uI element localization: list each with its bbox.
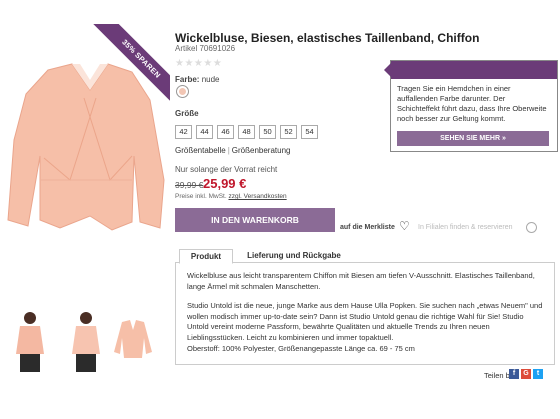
- size-option[interactable]: 54: [301, 125, 318, 139]
- size-selector: 42 44 46 48 50 52 54: [175, 125, 320, 139]
- size-links: Größentabelle | Größenberatung: [175, 146, 290, 155]
- description-paragraph: Oberstoff: 100% Polyester, Größenangepas…: [187, 344, 415, 353]
- store-finder-link[interactable]: In Filialen finden & reservieren: [418, 224, 513, 231]
- description-paragraph: Wickelbluse aus leicht transparentem Chi…: [187, 271, 535, 291]
- rating-stars[interactable]: ★★★★★: [175, 58, 222, 69]
- size-option[interactable]: 42: [175, 125, 192, 139]
- size-label: Größe: [175, 109, 199, 118]
- discount-badge: 35% SPAREN: [88, 24, 170, 106]
- size-advice-link[interactable]: Größenberatung: [232, 146, 291, 155]
- size-option[interactable]: 48: [238, 125, 255, 139]
- thumbnail-flat[interactable]: [108, 308, 158, 374]
- price-note-text: Preise inkl. MwSt.: [175, 193, 229, 200]
- size-option[interactable]: 46: [217, 125, 234, 139]
- store-finder-radio[interactable]: [526, 222, 537, 233]
- shipping-cost-link[interactable]: zzgl. Versandkosten: [228, 193, 286, 200]
- new-price: 25,99 €: [203, 176, 247, 191]
- product-tabs: Produkt Lieferung und Rückgabe: [175, 249, 555, 264]
- tip-arrow-icon: [384, 63, 391, 77]
- tip-text: Tragen Sie ein Hemdchen in einer auffall…: [397, 84, 547, 123]
- description-paragraph: Studio Untold ist die neue, junge Marke …: [187, 301, 543, 342]
- color-label: Farbe:: [175, 75, 200, 84]
- size-option[interactable]: 50: [259, 125, 276, 139]
- tab-delivery-returns[interactable]: Lieferung und Rückgabe: [241, 249, 347, 264]
- size-option[interactable]: 44: [196, 125, 213, 139]
- thumbnail-strip: [10, 308, 170, 374]
- description-text: Wickelbluse aus leicht transparentem Chi…: [187, 271, 547, 364]
- description-panel: Wickelbluse aus leicht transparentem Chi…: [175, 263, 555, 365]
- thumbnail-model-back[interactable]: [66, 308, 106, 374]
- divider: |: [227, 146, 230, 155]
- product-title: Wickelbluse, Biesen, elastisches Taillen…: [175, 31, 480, 45]
- article-number: Artikel 70691026: [175, 44, 236, 53]
- see-more-button[interactable]: SEHEN SIE MEHR »: [397, 131, 549, 146]
- twitter-icon[interactable]: t: [533, 369, 543, 379]
- share-icons: f G t: [509, 369, 544, 379]
- styling-tip-box: Tragen Sie ein Hemdchen in einer auffall…: [384, 60, 558, 152]
- thumbnail-model-front[interactable]: [10, 308, 50, 374]
- add-to-cart-button[interactable]: IN DEN WARENKORB: [175, 208, 335, 232]
- tip-header: [391, 61, 557, 79]
- size-option[interactable]: 52: [280, 125, 297, 139]
- facebook-icon[interactable]: f: [509, 369, 519, 379]
- color-value: nude: [201, 75, 220, 84]
- size-table-link[interactable]: Größentabelle: [175, 146, 226, 155]
- google-plus-icon[interactable]: G: [521, 369, 531, 379]
- heart-icon[interactable]: ♡: [399, 220, 410, 232]
- color-swatch-nude[interactable]: [176, 85, 189, 98]
- color-line: Farbe: nude: [175, 75, 219, 84]
- stock-note: Nur solange der Vorrat reicht: [175, 165, 278, 174]
- tab-product[interactable]: Produkt: [179, 249, 233, 264]
- wishlist-link[interactable]: auf die Merkliste: [340, 224, 395, 231]
- discount-ribbon: 35% SPAREN: [88, 24, 170, 106]
- old-price: 39,99 €: [175, 180, 204, 190]
- price-note: Preise inkl. MwSt. zzgl. Versandkosten: [175, 193, 287, 200]
